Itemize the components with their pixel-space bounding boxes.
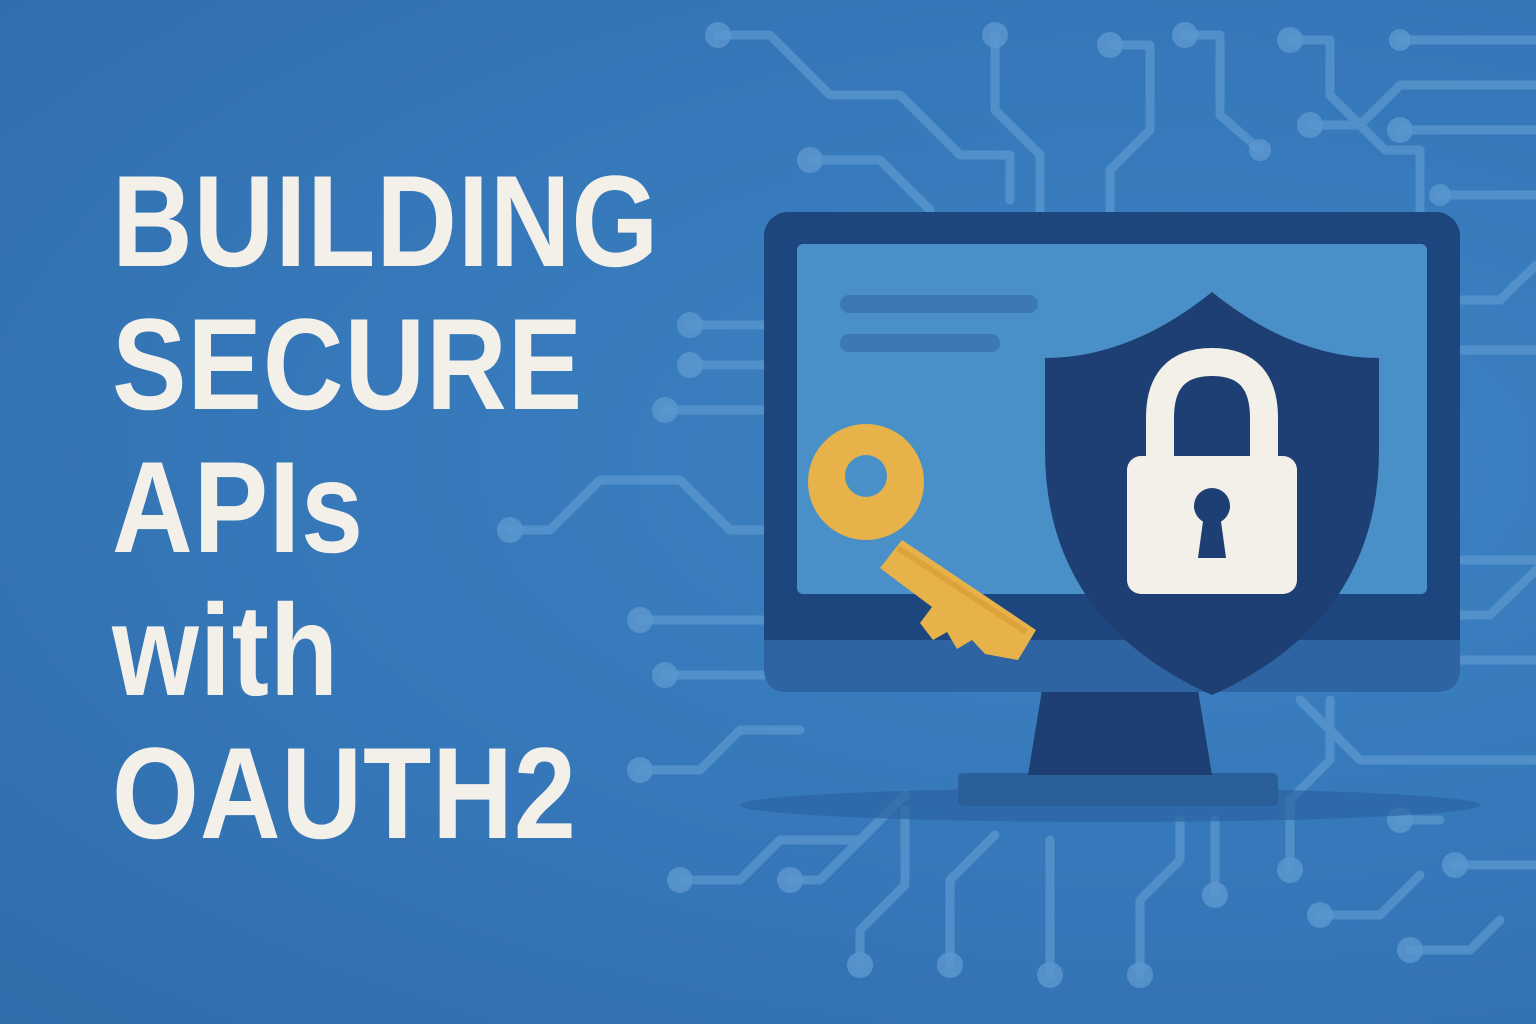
security-illustration bbox=[740, 212, 1480, 822]
